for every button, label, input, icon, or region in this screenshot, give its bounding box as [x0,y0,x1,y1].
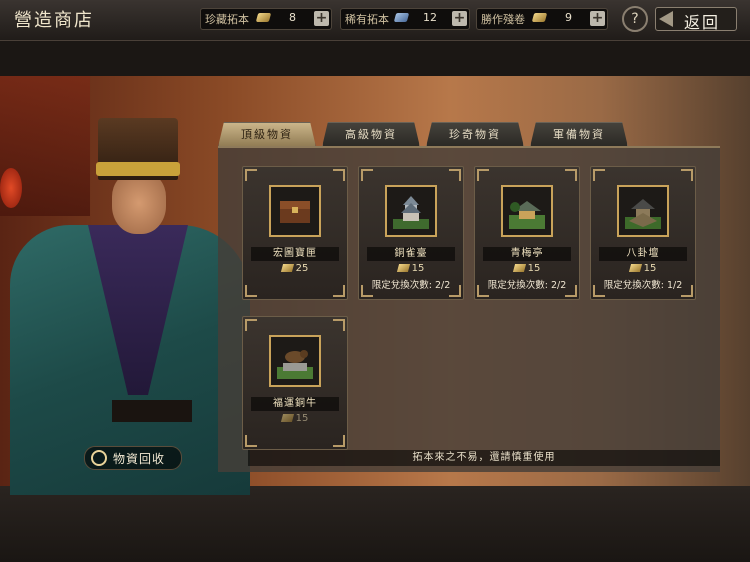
item-limit: 限定兌換次數: 2/2 [371,280,451,291]
item-limit: 限定兌換次數: 1/2 [603,280,683,291]
item-card[interactable]: 銅雀臺 15 限定兌換次數: 2/2 [358,166,464,300]
add-gold-rubbing-button[interactable]: + [314,11,329,26]
pagoda-icon [385,185,437,237]
recycle-icon [91,450,107,466]
coin-icon [280,264,294,272]
item-card[interactable]: 福運銅牛 15 [242,316,348,450]
advisor-character [0,110,250,495]
add-scroll-button[interactable]: + [590,11,605,26]
pavilion-icon [501,185,553,237]
character-hatband [96,162,180,176]
tab-rare-supplies[interactable]: 珍奇物資 [426,122,524,147]
gold-rubbing-icon [255,13,272,22]
blue-rubbing-icon [393,13,410,22]
item-cost: 15 [359,263,463,274]
item-limit: 限定兌換次數: 2/2 [487,280,567,291]
resource-gold-rubbing: 珍藏拓本 8 + [200,8,332,30]
item-cost: 25 [243,263,347,274]
recycle-button[interactable]: 物資回收 [84,446,182,470]
item-name: 青梅亭 [483,247,571,261]
notice-text: 拓本來之不易，還請慎重使用 [248,450,720,466]
back-label: 返回 [684,13,721,32]
back-arrow-icon [659,11,673,27]
resource-scroll: 勝作殘卷 9 + [476,8,608,30]
item-card[interactable]: 青梅亭 15 限定兌換次數: 2/2 [474,166,580,300]
resource-label: 稀有拓本 [345,13,389,26]
item-name: 宏圖寶匣 [251,247,339,261]
resource-label: 勝作殘卷 [481,13,525,26]
item-name: 八卦壇 [599,247,687,261]
bottom-bar [0,486,750,562]
coin-icon [396,264,410,272]
item-card[interactable]: 宏圖寶匣 25 [242,166,348,300]
top-bar: 營造商店 珍藏拓本 8 + 稀有拓本 12 + 勝作殘卷 9 + ? 返回 [0,0,750,41]
item-name: 銅雀臺 [367,247,455,261]
coin-icon [628,264,642,272]
tab-top-supplies[interactable]: 頂級物資 [218,122,316,147]
character-belt [112,400,192,422]
item-card[interactable]: 八卦壇 15 限定兌換次數: 1/2 [590,166,696,300]
help-button[interactable]: ? [622,6,648,32]
page-title: 營造商店 [14,10,94,31]
altar-icon [617,185,669,237]
resource-count: 9 [565,11,572,24]
resource-blue-rubbing: 稀有拓本 12 + [340,8,470,30]
bronze-ox-icon [269,335,321,387]
item-cost: 15 [243,413,347,424]
resource-count: 12 [423,11,437,24]
item-cost: 15 [475,263,579,274]
tab-military-supplies[interactable]: 軍備物資 [530,122,628,147]
add-blue-rubbing-button[interactable]: + [452,11,467,26]
recycle-label: 物資回收 [113,452,166,466]
tab-advanced-supplies[interactable]: 高級物資 [322,122,420,147]
back-button[interactable]: 返回 [655,7,737,32]
coin-icon [280,414,294,422]
item-cost: 15 [591,263,695,274]
treasure-chest-icon [269,185,321,237]
item-name: 福運銅牛 [251,397,339,411]
scroll-icon [531,13,548,22]
character-face [112,172,166,234]
resource-label: 珍藏拓本 [205,13,249,26]
coin-icon [512,264,526,272]
resource-count: 8 [289,11,296,24]
